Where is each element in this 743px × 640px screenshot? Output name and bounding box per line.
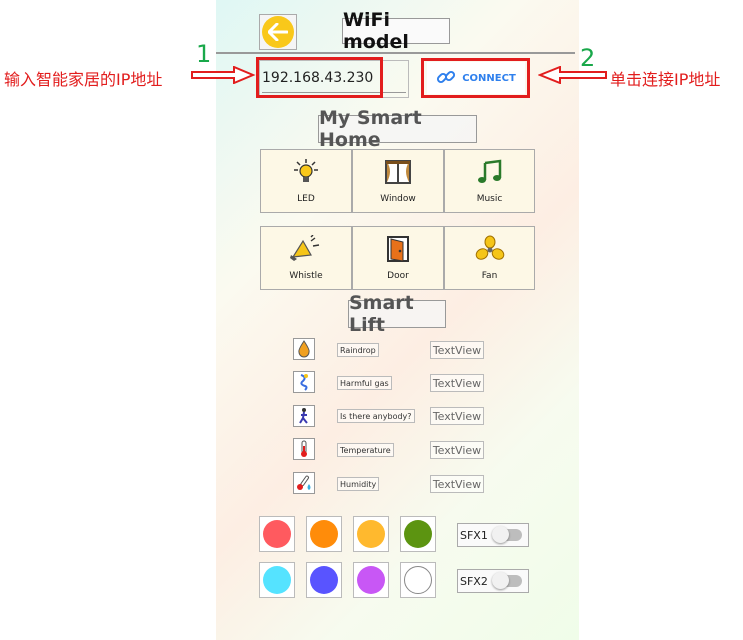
header-divider	[216, 52, 575, 54]
window-icon	[384, 158, 412, 186]
sensor-label-raindrop: Raindrop	[337, 343, 379, 357]
color-button-orange[interactable]	[306, 516, 342, 552]
toggle-track	[491, 572, 522, 589]
thermometer-icon	[293, 438, 315, 460]
color-swatch	[357, 520, 385, 548]
color-swatch	[357, 566, 385, 594]
bulb-icon	[291, 158, 321, 186]
sensor-label-temperature: Temperature	[337, 443, 394, 457]
sensor-value-temperature: TextView	[430, 441, 484, 459]
color-swatch	[263, 566, 291, 594]
switch-label: SFX2	[460, 574, 488, 588]
sensor-value-anybody: TextView	[430, 407, 484, 425]
gas-icon	[293, 371, 315, 393]
sensor-label-harmful-gas: Harmful gas	[337, 376, 392, 390]
horn-icon	[289, 235, 323, 263]
door-icon	[386, 235, 410, 263]
toggle-thumb	[491, 572, 509, 589]
back-arrow-icon	[262, 16, 294, 48]
person-icon	[293, 405, 315, 427]
raindrop-icon	[293, 338, 315, 360]
tile-label: Window	[380, 194, 416, 204]
sensor-label-humidity: Humidity	[337, 477, 380, 491]
annotation-arrow-right-icon	[191, 66, 256, 84]
annotation-arrow-left-icon	[538, 66, 607, 84]
humidity-icon	[293, 472, 315, 494]
tile-whistle[interactable]: Whistle	[260, 226, 352, 290]
tile-music[interactable]: Music	[444, 149, 535, 213]
tile-label: LED	[297, 194, 315, 204]
tile-led[interactable]: LED	[260, 149, 352, 213]
sensor-label-anybody: Is there anybody?	[337, 409, 415, 423]
tile-fan[interactable]: Fan	[444, 226, 535, 290]
sensor-value-humidity: TextView	[430, 475, 484, 493]
color-button-cyan[interactable]	[259, 562, 295, 598]
fan-icon	[475, 235, 505, 263]
annotation-step1-text: 输入智能家居的IP地址	[4, 70, 163, 89]
back-button[interactable]	[259, 14, 297, 50]
color-swatch	[404, 566, 432, 594]
color-swatch	[404, 520, 432, 548]
annotation-highlight-connect	[421, 58, 530, 98]
toggle-track	[491, 526, 522, 543]
smart-home-title: My Smart Home	[318, 107, 477, 151]
color-button-green[interactable]	[400, 516, 436, 552]
sensor-value-harmful-gas: TextView	[430, 374, 484, 392]
smart-lift-title: Smart Lift	[348, 292, 446, 336]
sensor-value-raindrop: TextView	[430, 341, 484, 359]
music-note-icon	[476, 158, 504, 186]
tile-label: Door	[387, 271, 409, 281]
color-button-amber[interactable]	[353, 516, 389, 552]
color-button-blue[interactable]	[306, 562, 342, 598]
sfx1-switch[interactable]: SFX1	[457, 523, 529, 547]
switch-label: SFX1	[460, 528, 488, 542]
tile-label: Whistle	[289, 271, 323, 281]
tile-label: Music	[476, 194, 503, 204]
color-button-red[interactable]	[259, 516, 295, 552]
annotation-step2-text: 单击连接IP地址	[610, 70, 721, 89]
color-swatch	[310, 566, 338, 594]
annotation-highlight-ip	[256, 57, 383, 98]
sfx2-switch[interactable]: SFX2	[457, 569, 529, 593]
tile-door[interactable]: Door	[352, 226, 444, 290]
tile-window[interactable]: Window	[352, 149, 444, 213]
tile-label: Fan	[481, 271, 498, 281]
color-swatch	[263, 520, 291, 548]
color-swatch	[310, 520, 338, 548]
toggle-thumb	[491, 526, 509, 543]
color-button-purple[interactable]	[353, 562, 389, 598]
color-button-white[interactable]	[400, 562, 436, 598]
page-title: WiFi model	[342, 9, 450, 53]
annotation-step1-number: 1	[196, 40, 212, 68]
